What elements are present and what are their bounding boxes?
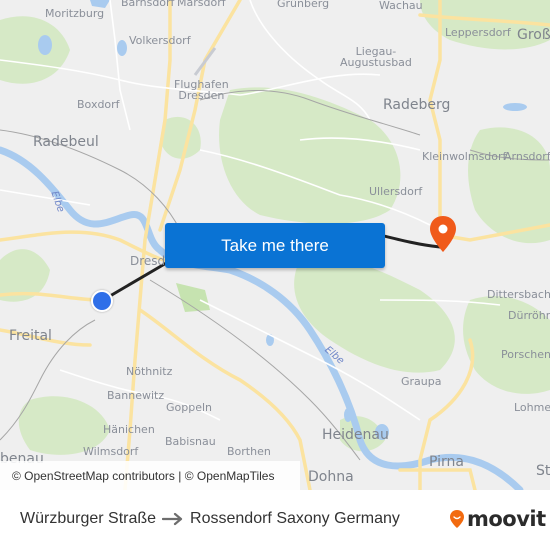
- airport-runway: [193, 47, 217, 76]
- place-label-borthen: Borthen: [227, 445, 271, 458]
- destination-name: Rossendorf Saxony Germany: [190, 510, 400, 527]
- place-label-flughafen-dresden: Flughafen Dresden: [174, 78, 229, 102]
- place-label-moritzburg: Moritzburg: [45, 7, 105, 20]
- place-label-hanichen: Hänichen: [103, 423, 155, 436]
- place-label-freital: Freital: [9, 328, 52, 344]
- place-label-gross: Groß: [517, 27, 550, 43]
- place-label-liegau-augustusbad: Liegau- Augustusbad: [340, 45, 412, 69]
- place-label-graupa: Graupa: [401, 375, 442, 388]
- moovit-wordmark: moovit: [467, 507, 546, 531]
- arrow-right-icon: [162, 512, 183, 526]
- place-label-kleinwolmsdorf: Kleinwolmsdorf: [422, 150, 507, 163]
- take-me-there-button[interactable]: Take me there: [165, 223, 385, 268]
- openmaptiles-attribution-link[interactable]: © OpenMapTiles: [185, 469, 275, 483]
- moovit-logo[interactable]: moovit: [449, 507, 546, 531]
- route-footer: Würzburger Straße Rossendorf Saxony Germ…: [0, 490, 550, 550]
- map-attribution: © OpenStreetMap contributors | © OpenMap…: [0, 461, 300, 490]
- place-label-durrrohrsdorf: Dürröhr: [508, 309, 550, 322]
- place-label-radeberg: Radeberg: [383, 97, 451, 113]
- map-view[interactable]: Moritzburg Bärnsdorf Marsdorf Grünberg W…: [0, 0, 550, 490]
- place-label-dittersbach: Dittersbach: [487, 288, 550, 301]
- place-label-porschendorf: Porschend: [501, 348, 550, 361]
- destination-pin-icon[interactable]: [428, 215, 458, 253]
- place-label-goppeln: Goppeln: [166, 401, 213, 414]
- place-label-arnsdorf: Arnsdorf: [504, 150, 550, 163]
- place-label-wilmsdorf: Wilmsdorf: [83, 445, 139, 458]
- place-label-stadt: St: [536, 463, 550, 479]
- place-label-barnsdorf: Bärnsdorf: [121, 0, 175, 9]
- place-label-radebeul: Radebeul: [33, 134, 99, 150]
- place-label-babisnau: Babisnau: [165, 435, 216, 448]
- place-label-dohna: Dohna: [308, 469, 354, 485]
- place-label-nothnitz: Nöthnitz: [126, 365, 173, 378]
- origin-name: Würzburger Straße: [20, 510, 157, 527]
- place-label-marsdorf: Marsdorf: [177, 0, 226, 9]
- place-label-leppersdorf: Leppersdorf: [445, 26, 511, 39]
- place-label-boxdorf: Boxdorf: [77, 98, 120, 111]
- attribution-separator: |: [174, 468, 185, 483]
- route-summary: Würzburger Straße Rossendorf Saxony Germ…: [20, 510, 400, 528]
- place-label-ullersdorf: Ullersdorf: [369, 185, 423, 198]
- place-label-heidenau: Heidenau: [322, 427, 389, 443]
- place-label-bannewitz: Bannewitz: [107, 389, 165, 402]
- place-label-volkersdorf: Volkersdorf: [129, 34, 191, 47]
- place-label-grunberg: Grünberg: [277, 0, 330, 10]
- osm-attribution-link[interactable]: © OpenStreetMap contributors: [12, 469, 175, 483]
- place-label-pirna: Pirna: [429, 454, 464, 470]
- place-label-lohmen: Lohmer: [514, 401, 550, 414]
- origin-marker[interactable]: [91, 290, 113, 312]
- moovit-pin-icon: [450, 510, 464, 528]
- place-label-wachau: Wachau: [379, 0, 423, 12]
